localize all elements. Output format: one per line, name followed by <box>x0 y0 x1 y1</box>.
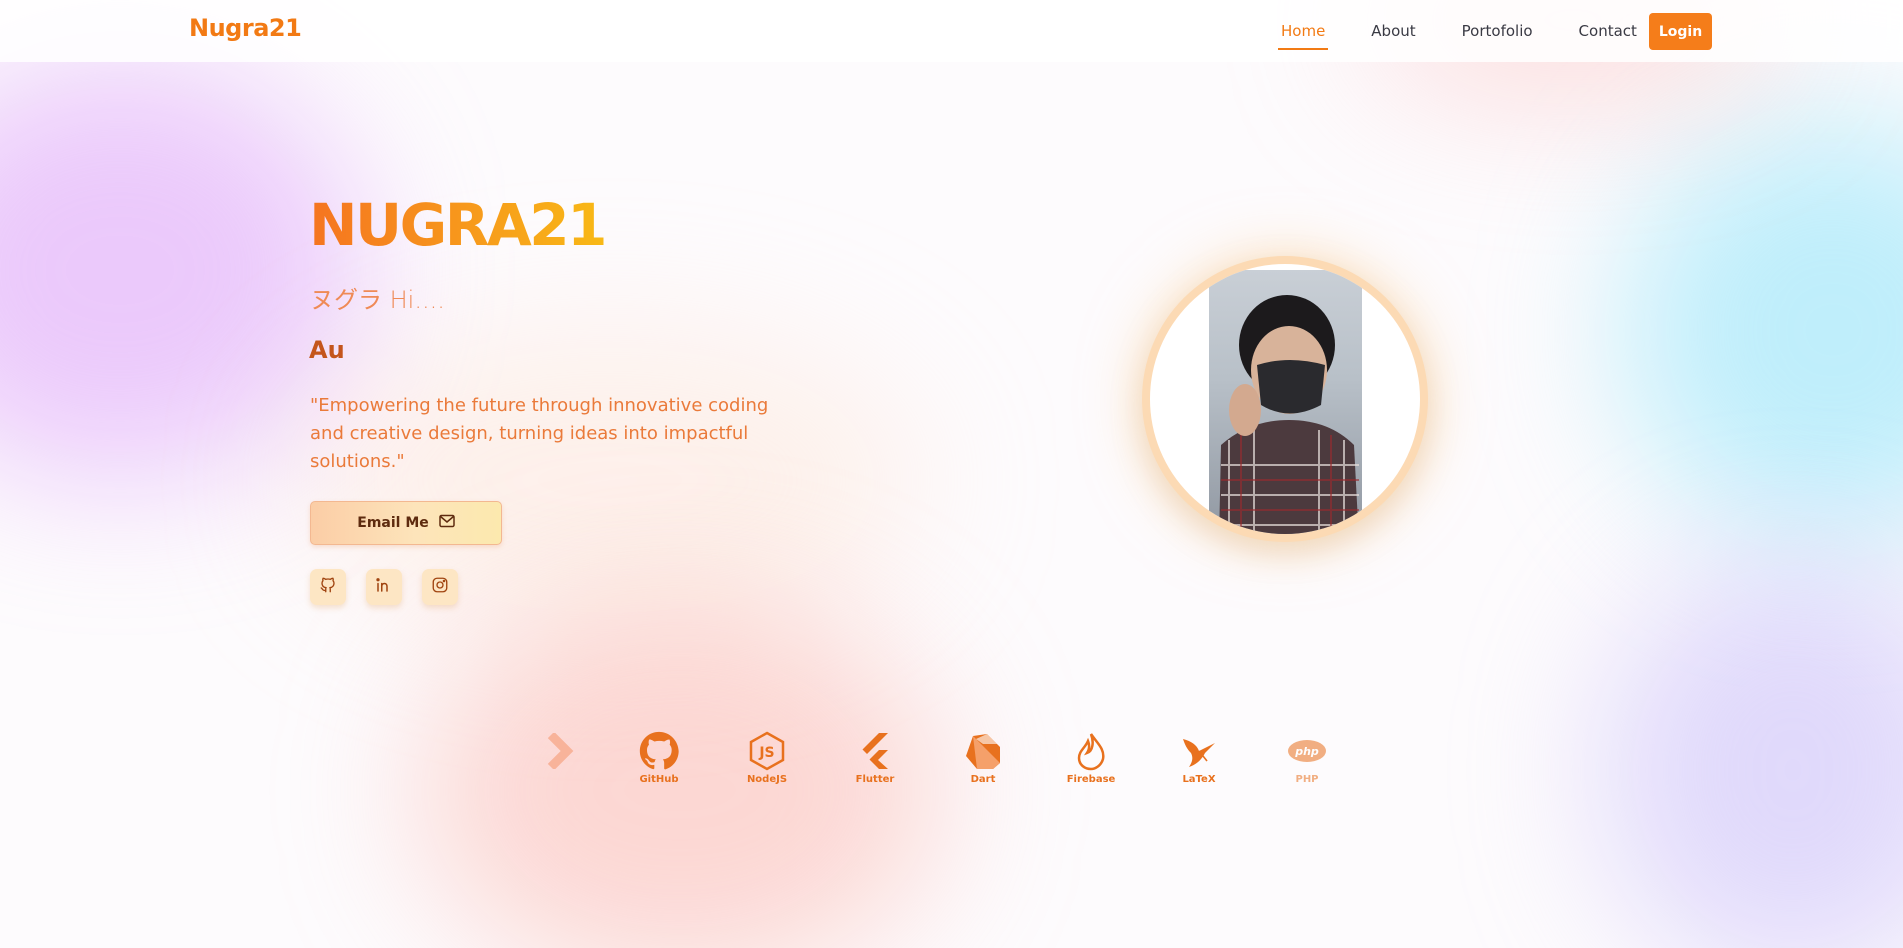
tech-label: PHP <box>1295 774 1319 785</box>
email-me-label: Email Me <box>357 515 429 531</box>
instagram-social-button[interactable] <box>422 569 458 605</box>
tech-stack-row: GitHub JS NodeJS Flutter Dart Firebase L… <box>545 731 1355 791</box>
nav-link-about[interactable]: About <box>1368 16 1418 46</box>
github-icon <box>319 576 337 598</box>
linkedin-icon <box>375 576 393 598</box>
brand-logo[interactable]: Nugra21 <box>189 14 302 42</box>
profile-photo <box>1209 270 1362 534</box>
nodejs-icon: JS <box>727 731 807 771</box>
profile-frame <box>1142 256 1428 542</box>
tech-item-github[interactable]: GitHub <box>619 731 699 791</box>
nav-link-home[interactable]: Home <box>1278 16 1329 50</box>
nav-link-contact[interactable]: Contact <box>1576 16 1640 46</box>
nav-link-portofolio[interactable]: Portofolio <box>1459 16 1536 46</box>
tech-label: GitHub <box>639 774 679 785</box>
nav-links: Home About Portofolio Contact <box>1278 0 1680 62</box>
tech-item-dart[interactable]: Dart <box>943 731 1023 791</box>
linkedin-social-button[interactable] <box>366 569 402 605</box>
github-social-button[interactable] <box>310 569 346 605</box>
svg-text:php: php <box>1294 745 1319 758</box>
email-me-button[interactable]: Email Me <box>310 501 502 545</box>
firebase-icon <box>1051 731 1131 771</box>
mail-icon <box>439 514 455 532</box>
navbar: Nugra21 Home About Portofolio Contact Lo… <box>0 0 1903 62</box>
tech-label: Dart <box>970 774 996 785</box>
tech-item-latex[interactable]: LaTeX <box>1159 731 1239 791</box>
hero-greeting: ヌグラ Hi.... <box>310 286 445 314</box>
profile-inner <box>1150 264 1420 534</box>
tech-item-nodejs[interactable]: JS NodeJS <box>727 731 807 791</box>
hero-name: Au <box>309 336 345 364</box>
tech-label: Firebase <box>1066 774 1116 785</box>
tech-label: LaTeX <box>1182 774 1216 785</box>
social-links <box>310 569 458 605</box>
instagram-icon <box>431 576 449 598</box>
login-button[interactable]: Login <box>1649 13 1712 50</box>
latex-icon <box>1159 731 1239 771</box>
tech-item-flutter[interactable]: Flutter <box>835 731 915 791</box>
hero-quote: "Empowering the future through innovativ… <box>310 395 769 472</box>
tech-label: NodeJS <box>746 774 788 785</box>
hero-title: NUGRA21 <box>309 191 608 259</box>
dart-icon <box>943 731 1023 771</box>
github-icon <box>619 731 699 771</box>
tech-item-php[interactable]: php PHP <box>1267 731 1347 791</box>
flutter-icon <box>835 731 915 771</box>
svg-text:JS: JS <box>758 745 774 761</box>
chevron-right-icon[interactable] <box>545 731 575 773</box>
tech-item-firebase[interactable]: Firebase <box>1051 731 1131 791</box>
tech-label: Flutter <box>855 774 895 785</box>
php-icon: php <box>1267 731 1347 771</box>
background <box>0 0 1903 948</box>
